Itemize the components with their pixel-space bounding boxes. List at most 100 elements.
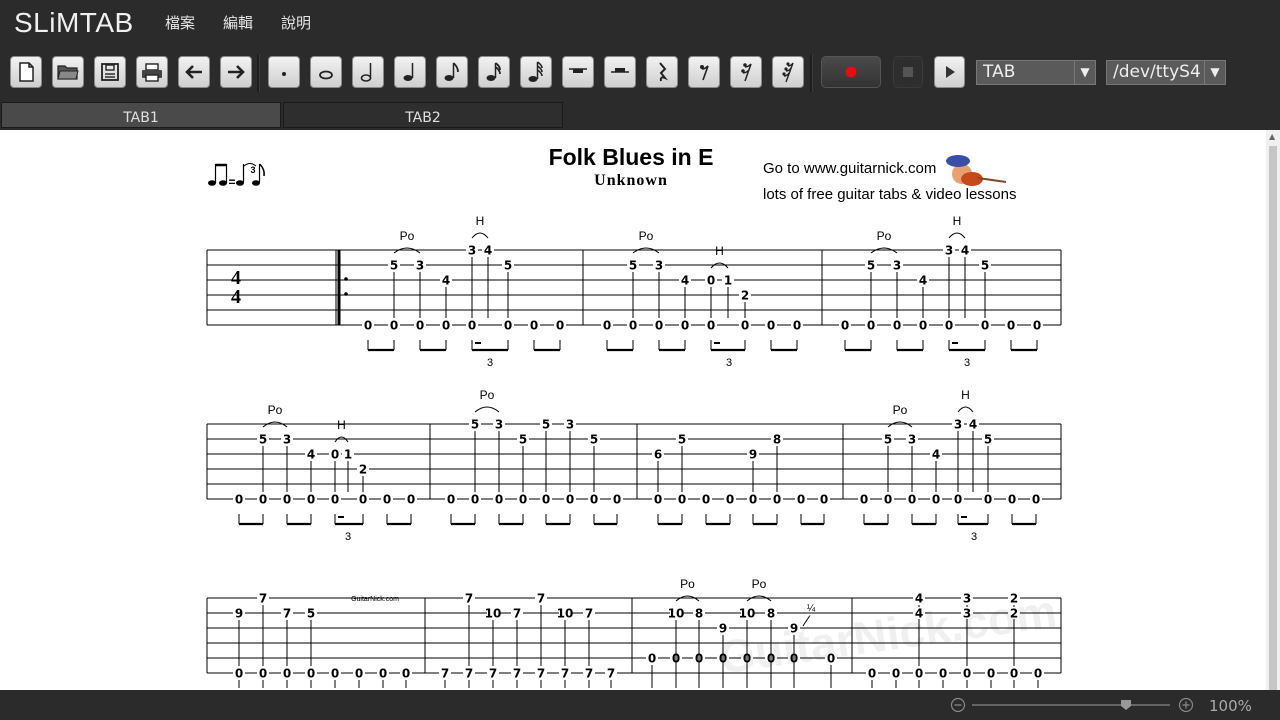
menu-file[interactable]: 檔案 xyxy=(165,12,195,34)
vertical-scrollbar[interactable]: ▲ xyxy=(1266,130,1280,690)
toolbar-separator xyxy=(257,54,260,92)
stop-button[interactable] xyxy=(893,56,923,88)
technique-label: Po xyxy=(752,577,767,591)
fret-number: 7 xyxy=(465,592,473,606)
technique-label: Po xyxy=(893,403,908,417)
sixteenth-note-button[interactable] xyxy=(478,56,510,88)
quarter-note-icon xyxy=(403,63,414,81)
fret-number: 10 xyxy=(668,607,685,621)
play-button[interactable] xyxy=(934,56,965,88)
open-folder-button[interactable] xyxy=(52,56,84,88)
fret-number: 0 xyxy=(259,667,267,681)
fret-number: 0 xyxy=(603,319,611,333)
save-icon xyxy=(101,63,119,81)
fret-number: 5 xyxy=(307,607,315,621)
slur-arc xyxy=(474,406,500,413)
menu-edit[interactable]: 編輯 xyxy=(223,12,253,34)
triplet-rest xyxy=(475,342,481,344)
print-button[interactable] xyxy=(136,56,168,88)
thirtysecond-note-button[interactable] xyxy=(520,56,552,88)
sixteenth-rest-button[interactable] xyxy=(730,56,762,88)
fret-number: 5 xyxy=(259,433,267,447)
rhythm-note xyxy=(219,180,227,186)
record-icon xyxy=(845,66,857,78)
eighth-note-button[interactable] xyxy=(436,56,468,88)
technique-label: Po xyxy=(400,229,415,243)
dot-button[interactable] xyxy=(268,56,300,88)
zoom-slider[interactable] xyxy=(948,694,1198,716)
quarter-rest-button[interactable] xyxy=(646,56,678,88)
fret-number: 0 xyxy=(773,493,781,507)
fret-number: 0 xyxy=(884,493,892,507)
fret-number: 0 xyxy=(939,667,947,681)
tab-tab2[interactable]: TAB2 xyxy=(283,102,563,128)
whole-rest-button[interactable] xyxy=(562,56,594,88)
fret-number: 0 xyxy=(530,319,538,333)
slur-arc xyxy=(471,232,489,239)
eighth-rest-button[interactable] xyxy=(688,56,720,88)
fret-number: 0 xyxy=(379,667,387,681)
tab-tab1[interactable]: TAB1 xyxy=(1,102,281,128)
fret-number: 0 xyxy=(355,667,363,681)
fret-number: 0 xyxy=(283,667,291,681)
fret-number: 0 xyxy=(893,319,901,333)
fret-number: 0 xyxy=(1034,667,1042,681)
fret-number: 4 xyxy=(307,448,315,462)
whole-rest-icon xyxy=(569,68,587,73)
fret-number: 0 xyxy=(654,493,662,507)
technique-label: Po xyxy=(680,577,695,591)
fret-number: 3 xyxy=(495,418,503,432)
fret-number: 0 xyxy=(1032,493,1040,507)
save-button[interactable] xyxy=(94,56,126,88)
stop-icon xyxy=(903,67,913,77)
zoom-handle[interactable] xyxy=(1121,700,1131,710)
fret-number: 0 xyxy=(1010,667,1018,681)
ad-logo-hat xyxy=(946,155,970,167)
record-button[interactable] xyxy=(821,56,881,88)
view-mode-select[interactable]: TAB ▼ xyxy=(976,60,1096,85)
fret-number: 0 xyxy=(383,493,391,507)
fret-number: 7 xyxy=(513,607,521,621)
fret-number: 0 xyxy=(359,493,367,507)
fret-number: 3 xyxy=(893,259,901,273)
fret-number: 0 xyxy=(590,493,598,507)
technique-label: Po xyxy=(268,403,283,417)
scrollbar-thumb[interactable] xyxy=(1269,146,1277,690)
slur-arc xyxy=(948,232,966,239)
redo-button[interactable] xyxy=(220,56,252,88)
fret-number: 0 xyxy=(390,319,398,333)
whole-note-button[interactable] xyxy=(310,56,342,88)
fret-number: 0 xyxy=(707,319,715,333)
chevron-down-icon: ▼ xyxy=(1204,61,1225,84)
ad-line-1: Go to www.guitarnick.com xyxy=(763,160,936,177)
undo-button[interactable] xyxy=(178,56,210,88)
fret-number: 0 xyxy=(841,319,849,333)
fret-number: 3 xyxy=(655,259,663,273)
fret-number: 0 xyxy=(945,319,953,333)
rhythm-equals: = xyxy=(228,175,235,189)
fret-number: 0 xyxy=(471,493,479,507)
menu-help[interactable]: 說明 xyxy=(281,12,311,34)
fret-number: 5 xyxy=(984,433,992,447)
half-note-button[interactable] xyxy=(352,56,384,88)
printer-icon xyxy=(142,63,162,82)
ad-link[interactable]: www.guitarnick.com xyxy=(804,160,937,177)
half-rest-button[interactable] xyxy=(604,56,636,88)
scroll-up-arrow-icon[interactable]: ▲ xyxy=(1269,132,1275,141)
technique-label: H xyxy=(476,214,485,228)
arrow-left-icon xyxy=(185,65,202,79)
thirtysecond-rest-button[interactable] xyxy=(772,56,804,88)
fret-number: 3 xyxy=(283,433,291,447)
new-file-button[interactable] xyxy=(10,56,42,88)
quarter-note-button[interactable] xyxy=(394,56,426,88)
fret-number: 5 xyxy=(884,433,892,447)
repeat-dot xyxy=(344,292,348,296)
fret-number: 0 xyxy=(867,319,875,333)
fret-number: 7 xyxy=(489,667,497,681)
fret-number: 0 xyxy=(1033,319,1041,333)
fret-number: 0 xyxy=(331,448,339,462)
arrow-right-icon xyxy=(228,65,245,79)
device-select[interactable]: /dev/ttyS4 ▼ xyxy=(1106,60,1226,85)
technique-label: H xyxy=(715,244,724,258)
fret-number: 7 xyxy=(585,667,593,681)
